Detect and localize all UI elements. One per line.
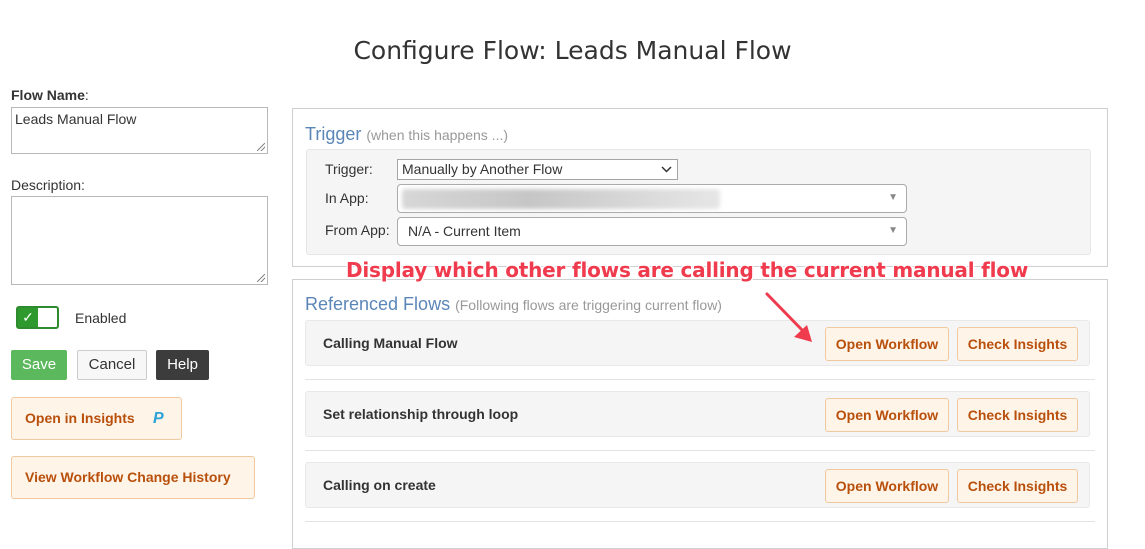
trigger-select[interactable]: Manually by Another Flow: [397, 159, 678, 180]
in-app-select[interactable]: ▼: [397, 184, 907, 213]
flow-name-label-wrap: Flow Name:: [11, 87, 89, 103]
from-app-select-value: N/A - Current Item: [408, 223, 521, 239]
divider: [305, 450, 1095, 451]
trigger-title: Trigger: [305, 124, 362, 144]
flow-name: Set relationship through loop: [323, 406, 519, 422]
flow-name-value: Leads Manual Flow: [15, 111, 137, 127]
list-item: Calling Manual Flow Open Workflow Check …: [305, 320, 1090, 366]
in-app-label: In App:: [325, 190, 369, 206]
resize-handle-icon[interactable]: [257, 143, 265, 151]
description-label: Description:: [11, 177, 85, 193]
check-insights-button[interactable]: Check Insights: [957, 327, 1078, 361]
referenced-title: Referenced Flows: [305, 294, 451, 314]
resize-handle-icon[interactable]: [257, 274, 265, 282]
trigger-select-value: Manually by Another Flow: [402, 161, 563, 177]
caret-down-icon: ▼: [888, 192, 898, 203]
enabled-label: Enabled: [75, 310, 127, 326]
cancel-button[interactable]: Cancel: [77, 350, 147, 380]
check-icon: ✓: [18, 308, 38, 327]
flow-name-colon: :: [84, 87, 89, 103]
list-item: Set relationship through loop Open Workf…: [305, 391, 1090, 437]
from-app-label: From App:: [325, 222, 390, 238]
enabled-toggle[interactable]: ✓: [16, 306, 59, 329]
open-in-insights-button[interactable]: Open in Insights P: [11, 397, 182, 440]
arrow-icon: [765, 292, 812, 342]
view-history-button[interactable]: View Workflow Change History: [11, 456, 255, 499]
referenced-subtitle: (Following flows are triggering current …: [455, 297, 722, 313]
trigger-heading: Trigger (when this happens ...): [305, 124, 508, 145]
trigger-subtitle: (when this happens ...): [366, 127, 509, 143]
annotation-callout: Display which other flows are calling th…: [346, 258, 1029, 282]
chevron-down-icon: [661, 166, 672, 173]
divider: [305, 379, 1095, 380]
caret-down-icon: ▼: [888, 225, 898, 236]
open-workflow-button[interactable]: Open Workflow: [825, 469, 949, 503]
open-workflow-button[interactable]: Open Workflow: [825, 327, 949, 361]
open-in-insights-label: Open in Insights: [25, 410, 135, 426]
redacted-value: [402, 189, 720, 209]
open-workflow-button[interactable]: Open Workflow: [825, 398, 949, 432]
insights-logo-icon: P: [153, 410, 164, 427]
save-button[interactable]: Save: [11, 350, 67, 380]
flow-name-input[interactable]: Leads Manual Flow: [11, 107, 268, 154]
list-item: Calling on create Open Workflow Check In…: [305, 462, 1090, 508]
referenced-heading: Referenced Flows (Following flows are tr…: [305, 294, 722, 315]
trigger-label: Trigger:: [325, 161, 373, 177]
page-title: Configure Flow: Leads Manual Flow: [353, 36, 792, 65]
check-insights-button[interactable]: Check Insights: [957, 398, 1078, 432]
help-button[interactable]: Help: [156, 350, 209, 380]
flow-name: Calling on create: [323, 477, 436, 493]
description-input[interactable]: [11, 196, 268, 285]
check-insights-button[interactable]: Check Insights: [957, 469, 1078, 503]
flow-name-label: Flow Name: [11, 87, 85, 103]
flow-name: Calling Manual Flow: [323, 335, 458, 351]
from-app-select[interactable]: N/A - Current Item ▼: [397, 217, 907, 246]
divider: [305, 521, 1095, 522]
